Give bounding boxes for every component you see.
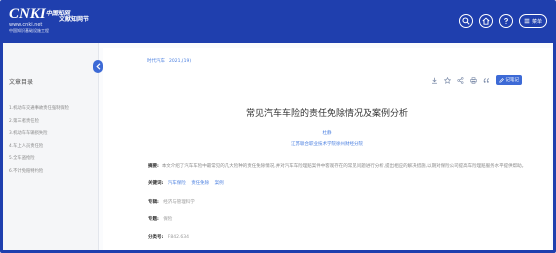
- sidebar-collapse-button[interactable]: [93, 60, 103, 73]
- classification-label: 分类号:: [148, 235, 164, 240]
- keywords-row: 关键词: 汽车保险 责任免除 案例: [148, 180, 228, 186]
- issue-link[interactable]: 2021,(19): [169, 59, 191, 64]
- chevron-left-icon: [95, 63, 100, 70]
- article-source: 时代汽车 2021,(19): [147, 58, 191, 64]
- toc-item[interactable]: 5.全车盗抢险: [9, 155, 69, 168]
- affiliation-link[interactable]: 江苏联合职业技术学院徐州财经分院: [103, 141, 551, 147]
- abstract-label: 摘要:: [148, 164, 159, 169]
- download-icon: [431, 77, 437, 84]
- subject-row: 专题: 保险: [148, 216, 172, 222]
- take-notes-button[interactable]: 记笔记: [496, 75, 522, 85]
- logo-subtitle: 中国知识基础设施工程: [9, 28, 49, 33]
- star-icon: [443, 76, 451, 84]
- menu-button[interactable]: 菜单: [518, 14, 547, 28]
- subject-label: 专题:: [148, 217, 159, 222]
- home-icon: [482, 17, 490, 25]
- keyword-link[interactable]: 案例: [215, 181, 224, 186]
- take-notes-label: 记笔记: [505, 78, 520, 83]
- subject-value: 保险: [163, 217, 173, 222]
- home-button[interactable]: [478, 14, 493, 28]
- keyword-link[interactable]: 汽车保险: [168, 181, 186, 186]
- search-icon: [462, 17, 470, 25]
- top-bar: CNKI中国知网 www.cnki.net 中国知识基础设施工程 文献知网节 菜…: [3, 3, 553, 43]
- abstract-row: 摘要: 本文介绍了汽车车险中最常见的几大险种的责任免除情况,并对汽车车险理赔案件中…: [148, 163, 548, 169]
- abstract-text: 本文介绍了汽车车险中最常见的几大险种的责任免除情况,并对汽车车险理赔案件中客观存…: [161, 164, 527, 169]
- logo-brand-text: CNKI: [9, 6, 46, 22]
- journal-link[interactable]: 时代汽车: [147, 59, 165, 64]
- help-icon: [504, 17, 508, 25]
- toc-item[interactable]: 6.不计免赔特约险: [9, 168, 69, 181]
- download-button[interactable]: [429, 75, 439, 85]
- classification-value: F842.634: [167, 235, 189, 240]
- app-window: CNKI中国知网 www.cnki.net 中国知识基础设施工程 文献知网节 菜…: [0, 0, 556, 253]
- topic-row: 专辑: 经济与管理科学: [148, 199, 195, 205]
- toc-item[interactable]: 4.车上人员责任险: [9, 143, 69, 156]
- share-button[interactable]: [455, 75, 465, 85]
- keywords-label: 关键词:: [148, 181, 164, 186]
- toc-list: 1.机动车交通事故责任强制保险 2.第三者责任险 3.机动车车辆损失险 4.车上…: [9, 105, 69, 181]
- author-link[interactable]: 杜静: [103, 130, 551, 136]
- site-name: 文献知网节: [59, 16, 90, 23]
- pencil-icon: [499, 77, 504, 83]
- print-button[interactable]: [468, 75, 478, 85]
- toc-sidebar: 文章目录 1.机动车交通事故责任强制保险 2.第三者责任险 3.机动车车辆损失险…: [3, 43, 99, 250]
- topic-value: 经济与管理科学: [163, 200, 195, 205]
- topic-label: 专辑:: [148, 200, 159, 205]
- quote-icon: [483, 77, 489, 83]
- favorite-button[interactable]: [442, 75, 452, 85]
- toc-item[interactable]: 2.第三者责任险: [9, 118, 69, 131]
- menu-label: 菜单: [531, 18, 542, 25]
- print-icon: [469, 76, 477, 84]
- classification-row: 分类号: F842.634: [148, 234, 189, 240]
- article-title: 常见汽车车险的责任免除情况及案例分析: [245, 109, 408, 119]
- search-button[interactable]: [458, 14, 473, 28]
- menu-icon: [524, 18, 530, 24]
- toc-title: 文章目录: [9, 79, 34, 86]
- toc-item[interactable]: 1.机动车交通事故责任强制保险: [9, 105, 69, 118]
- header-buttons: 菜单: [453, 13, 547, 29]
- help-button[interactable]: [498, 14, 513, 28]
- article-toolbar: 记笔记: [429, 75, 522, 85]
- quote-button[interactable]: [481, 75, 491, 85]
- article-panel: 时代汽车 2021,(19) 记笔记 常见汽车车险的责任免除情况及案例分析 杜静…: [103, 48, 551, 250]
- keyword-link[interactable]: 责任免除: [191, 181, 209, 186]
- share-icon: [456, 76, 463, 84]
- toc-item[interactable]: 3.机动车车辆损失险: [9, 130, 69, 143]
